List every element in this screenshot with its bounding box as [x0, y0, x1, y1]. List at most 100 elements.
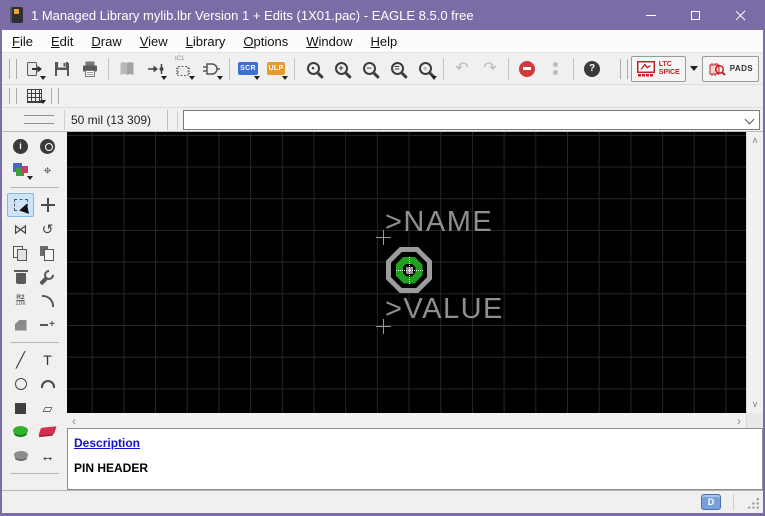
ltc-spice-button[interactable]: LTCSPICE: [631, 56, 686, 82]
copy-icon: [13, 246, 28, 260]
main-area: i ⌖ ⋈ ↺: [2, 132, 763, 490]
pad-icon: [13, 426, 28, 435]
ulp-button[interactable]: ULP: [263, 56, 289, 82]
zoom-in-button[interactable]: +: [328, 56, 354, 82]
name-placeholder-text[interactable]: >NAME: [385, 208, 493, 237]
save-button[interactable]: [49, 56, 75, 82]
dropdown-caret-icon: [690, 66, 698, 71]
command-line: [183, 110, 760, 130]
resize-grip[interactable]: [746, 496, 759, 509]
tool-rect[interactable]: [7, 396, 34, 420]
tool-wire[interactable]: ╱: [7, 348, 34, 372]
eye-icon: [40, 139, 55, 154]
tool-copy[interactable]: [7, 241, 34, 265]
menu-view[interactable]: View: [131, 31, 177, 52]
grid-button[interactable]: [21, 86, 47, 106]
tool-mark[interactable]: ⌖: [34, 158, 61, 182]
print-button[interactable]: [77, 56, 103, 82]
minimize-button[interactable]: [628, 0, 673, 30]
description-text: PIN HEADER: [74, 461, 756, 475]
scroll-right-icon[interactable]: ›: [737, 414, 741, 428]
tool-text[interactable]: T: [34, 348, 61, 372]
redo-button[interactable]: ↷: [477, 56, 503, 82]
go-button[interactable]: [542, 56, 568, 82]
tool-move[interactable]: [34, 193, 61, 217]
scroll-up-icon[interactable]: ∧: [752, 135, 759, 146]
toolbar-grip[interactable]: [9, 88, 17, 104]
toolbar-separator: [508, 58, 509, 80]
description-link[interactable]: Description: [74, 436, 140, 450]
mirror-icon: ⋈: [14, 222, 28, 236]
menu-window[interactable]: Window: [297, 31, 361, 52]
tool-hole[interactable]: [7, 444, 34, 468]
open-export-button[interactable]: [21, 56, 47, 82]
tool-mirror[interactable]: ⋈: [7, 217, 34, 241]
dropdown-caret-icon: [431, 76, 437, 80]
zoom-redraw-button[interactable]: =: [384, 56, 410, 82]
measure-icon: ↔: [41, 449, 55, 463]
dropdown-caret-icon: [40, 100, 46, 104]
tool-rotate[interactable]: ↺: [34, 217, 61, 241]
library-button[interactable]: [114, 56, 140, 82]
menu-file[interactable]: File: [3, 31, 42, 52]
tool-polygon[interactable]: ▱: [34, 396, 61, 420]
pad-1[interactable]: [386, 247, 432, 293]
toolbar-handle-icon[interactable]: [24, 115, 54, 124]
tool-smd[interactable]: [34, 420, 61, 444]
close-button[interactable]: [718, 0, 763, 30]
stop-button[interactable]: [514, 56, 540, 82]
tool-measure[interactable]: ↔: [34, 444, 61, 468]
vertical-scrollbar[interactable]: ∧ ∨: [746, 132, 763, 413]
zoom-select-button[interactable]: ▫: [412, 56, 438, 82]
toolbar-grip[interactable]: [51, 88, 59, 104]
managed-library-status-icon[interactable]: D: [701, 494, 721, 510]
pads-button[interactable]: PADS: [702, 56, 759, 82]
menu-edit[interactable]: Edit: [42, 31, 82, 52]
undo-button[interactable]: ↶: [449, 56, 475, 82]
scroll-left-icon[interactable]: ‹: [72, 414, 76, 428]
rect-icon: [15, 403, 26, 414]
device-button[interactable]: [198, 56, 224, 82]
tool-info[interactable]: i: [7, 134, 34, 158]
titlebar: 1 Managed Library mylib.lbr Version 1 + …: [2, 0, 763, 30]
pin-button[interactable]: [142, 56, 168, 82]
tool-split[interactable]: +: [34, 313, 61, 337]
tool-group-select[interactable]: [7, 193, 34, 217]
command-line-input[interactable]: [183, 110, 760, 130]
tool-miter-round[interactable]: [34, 289, 61, 313]
package-canvas[interactable]: >NAME >VALUE: [67, 132, 746, 413]
menu-library[interactable]: Library: [177, 31, 235, 52]
scroll-down-icon[interactable]: ∨: [752, 399, 759, 410]
zoom-fit-button[interactable]: ▪: [300, 56, 326, 82]
package-button[interactable]: IC1: [170, 56, 196, 82]
menu-options[interactable]: Options: [234, 31, 297, 52]
tool-arc[interactable]: [34, 372, 61, 396]
tool-delete[interactable]: [7, 265, 34, 289]
menu-help[interactable]: Help: [362, 31, 407, 52]
toolbar-grip[interactable]: [620, 59, 628, 79]
tool-circle[interactable]: [7, 372, 34, 396]
trash-icon: [16, 273, 26, 284]
tool-paste[interactable]: [34, 241, 61, 265]
pads-icon: [708, 60, 726, 77]
dropdown-caret-icon: [40, 76, 46, 80]
zoom-in-icon: +: [335, 62, 348, 75]
zoom-out-button[interactable]: −: [356, 56, 382, 82]
toolbar-grip[interactable]: [9, 59, 17, 79]
menu-draw[interactable]: Draw: [82, 31, 130, 52]
hole-icon: [14, 451, 28, 459]
maximize-button[interactable]: [673, 0, 718, 30]
ltc-dropdown-button[interactable]: [686, 56, 702, 82]
tool-pad[interactable]: [7, 420, 34, 444]
arc-icon: [41, 380, 55, 388]
tool-name-value[interactable]: R210k: [7, 289, 34, 313]
name-value-icon: R210k: [15, 295, 26, 308]
tool-show[interactable]: [34, 134, 61, 158]
tool-miter-straight[interactable]: [7, 313, 34, 337]
tool-change[interactable]: [34, 265, 61, 289]
help-button[interactable]: ?: [579, 56, 605, 82]
tool-display-layers[interactable]: [7, 158, 34, 182]
script-button[interactable]: SCR: [235, 56, 261, 82]
horizontal-scrollbar[interactable]: ‹ ›: [67, 413, 746, 428]
value-placeholder-text[interactable]: >VALUE: [385, 295, 504, 324]
